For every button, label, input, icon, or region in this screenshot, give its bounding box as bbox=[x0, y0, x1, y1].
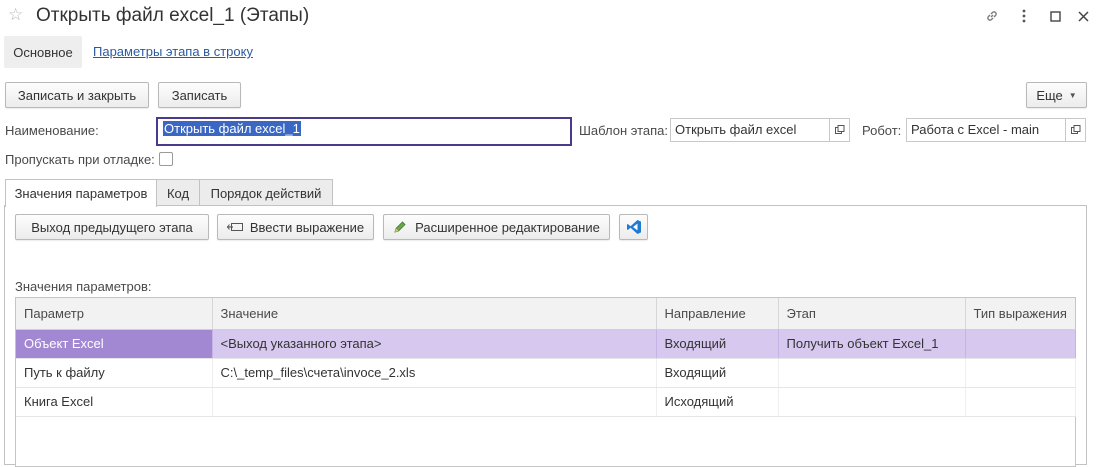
maximize-icon[interactable] bbox=[1044, 6, 1066, 26]
column-header-param[interactable]: Параметр bbox=[16, 298, 213, 330]
advanced-edit-label: Расширенное редактирование bbox=[415, 219, 600, 235]
table-cell[interactable] bbox=[965, 387, 1076, 417]
nav-link-params-inline[interactable]: Параметры этапа в строку bbox=[93, 44, 253, 59]
expression-icon bbox=[226, 222, 243, 232]
tab-actions-order[interactable]: Порядок действий bbox=[199, 179, 333, 206]
tab-code[interactable]: Код bbox=[156, 179, 200, 206]
column-header-value[interactable]: Значение bbox=[212, 298, 657, 330]
params-section-label: Значения параметров: bbox=[15, 279, 152, 294]
table-row[interactable]: Путь к файлу C:\_temp_files\счета\invoce… bbox=[16, 358, 1076, 388]
robot-field[interactable]: Работа с Excel - main bbox=[906, 118, 1066, 142]
table-cell[interactable]: Получить объект Excel_1 bbox=[778, 329, 966, 359]
template-open-icon[interactable] bbox=[830, 118, 850, 142]
params-table: Параметр Значение Направление Этап Тип в… bbox=[15, 297, 1076, 467]
table-cell[interactable] bbox=[778, 358, 966, 388]
tab-param-values[interactable]: Значения параметров bbox=[5, 179, 157, 207]
skip-debug-label: Пропускать при отладке: bbox=[5, 152, 155, 167]
column-header-direction[interactable]: Направление bbox=[656, 298, 779, 330]
template-label: Шаблон этапа: bbox=[579, 123, 669, 138]
column-header-expression-type[interactable]: Тип выражения bbox=[965, 298, 1075, 330]
table-header-row: Параметр Значение Направление Этап Тип в… bbox=[16, 298, 1075, 330]
table-cell[interactable] bbox=[778, 387, 966, 417]
more-options-icon[interactable] bbox=[1013, 6, 1035, 26]
table-cell[interactable]: Входящий bbox=[656, 358, 779, 388]
table-cell[interactable] bbox=[965, 329, 1076, 359]
robot-label: Робот: bbox=[862, 123, 902, 138]
robot-open-icon[interactable] bbox=[1066, 118, 1086, 142]
window-title: Открыть файл excel_1 (Этапы) bbox=[36, 5, 310, 26]
skip-debug-checkbox[interactable] bbox=[159, 152, 173, 166]
nav-tab-main[interactable]: Основное bbox=[4, 36, 82, 68]
favorite-star-icon[interactable]: ☆ bbox=[8, 5, 23, 25]
name-input-value: Открыть файл excel_1 bbox=[163, 121, 301, 136]
table-cell[interactable]: Объект Excel bbox=[16, 329, 213, 359]
link-icon[interactable] bbox=[981, 6, 1003, 26]
table-cell[interactable]: Путь к файлу bbox=[16, 358, 213, 388]
table-cell[interactable]: Книга Excel bbox=[16, 387, 213, 417]
vscode-icon bbox=[626, 219, 642, 235]
name-input[interactable]: Открыть файл excel_1 bbox=[156, 117, 572, 146]
name-label: Наименование: bbox=[5, 123, 99, 138]
enter-expression-label: Ввести выражение bbox=[249, 219, 365, 235]
table-row[interactable]: Объект Excel <Выход указанного этапа> Вх… bbox=[16, 329, 1076, 359]
table-cell[interactable] bbox=[212, 387, 657, 417]
table-cell[interactable]: Исходящий bbox=[656, 387, 779, 417]
dropdown-arrow-icon: ▼ bbox=[1068, 90, 1077, 100]
vscode-button[interactable] bbox=[619, 214, 648, 240]
table-cell[interactable]: C:\_temp_files\счета\invoce_2.xls bbox=[212, 358, 657, 388]
table-cell[interactable] bbox=[965, 358, 1076, 388]
more-button-label: Еще bbox=[1036, 87, 1063, 103]
table-row[interactable]: Книга Excel Исходящий bbox=[16, 387, 1076, 417]
column-header-stage[interactable]: Этап bbox=[778, 298, 966, 330]
enter-expression-button[interactable]: Ввести выражение bbox=[217, 214, 374, 240]
table-cell[interactable]: <Выход указанного этапа> bbox=[212, 329, 657, 359]
pencil-icon bbox=[393, 220, 407, 234]
title-bar: ☆ Открыть файл excel_1 (Этапы) bbox=[0, 0, 1098, 34]
table-cell[interactable]: Входящий bbox=[656, 329, 779, 359]
template-field[interactable]: Открыть файл excel bbox=[670, 118, 830, 142]
advanced-edit-button[interactable]: Расширенное редактирование bbox=[383, 214, 610, 240]
prev-stage-output-button[interactable]: Выход предыдущего этапа bbox=[15, 214, 209, 240]
more-button[interactable]: Еще ▼ bbox=[1026, 82, 1087, 108]
save-button[interactable]: Записать bbox=[158, 82, 241, 108]
close-icon[interactable] bbox=[1072, 6, 1094, 26]
save-and-close-button[interactable]: Записать и закрыть bbox=[5, 82, 149, 108]
